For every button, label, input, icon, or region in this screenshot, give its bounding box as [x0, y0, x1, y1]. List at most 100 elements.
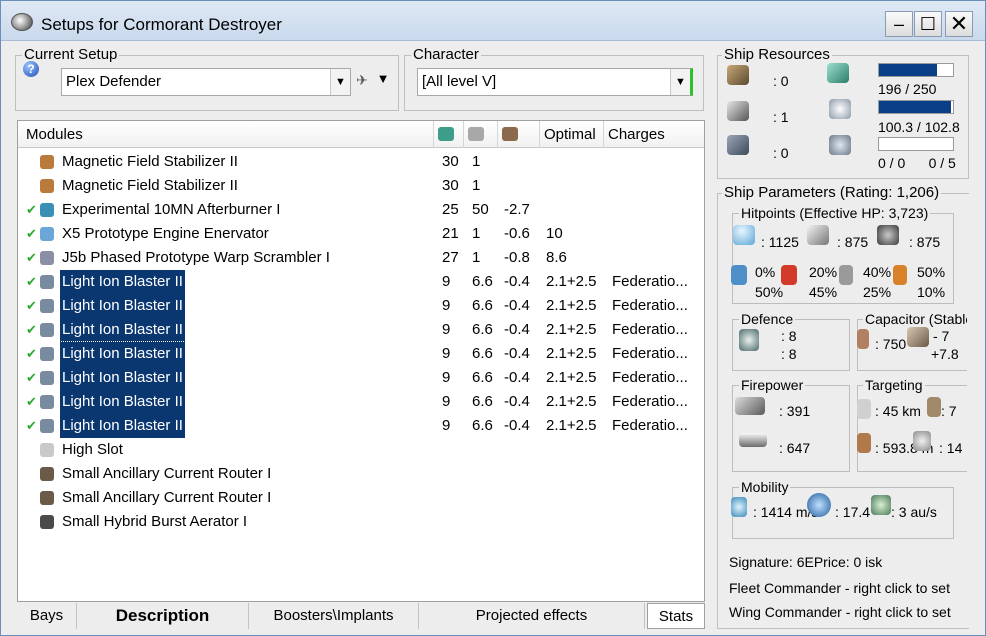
module-name[interactable]: Light Ion Blaster II	[60, 294, 185, 318]
module-name[interactable]: Experimental 10MN Afterburner I	[60, 198, 282, 222]
module-name[interactable]: X5 Prototype Engine Enervator	[60, 222, 271, 246]
module-name[interactable]: Light Ion Blaster II	[60, 270, 185, 294]
online-check-icon[interactable]: ✔	[26, 222, 37, 246]
module-name[interactable]: Magnetic Field Stabilizer II	[60, 150, 240, 174]
module-c2: 1	[472, 225, 481, 242]
defence-icon	[739, 329, 759, 351]
module-name[interactable]: Small Ancillary Current Router I	[60, 462, 273, 486]
module-name[interactable]: High Slot	[60, 438, 125, 462]
online-check-icon[interactable]: ✔	[26, 246, 37, 270]
module-opt: 2.1+2.5	[546, 369, 597, 386]
module-c1: 9	[442, 321, 451, 338]
character-label: Character	[411, 46, 481, 63]
module-chg: Federatio...	[612, 393, 688, 410]
target-range: : 45 km	[875, 403, 921, 419]
module-row[interactable]: Small Hybrid Burst Aerator I	[18, 510, 704, 534]
col-optimal[interactable]: Optimal	[540, 121, 604, 148]
module-row[interactable]: ✔ Light Ion Blaster II 9 6.6 -0.4 2.1+2.5 Fede…	[18, 390, 704, 414]
online-check-icon[interactable]: ✔	[26, 318, 37, 342]
module-row[interactable]: Small Ancillary Current Router I	[18, 486, 704, 510]
minimize-button[interactable]: –	[885, 11, 913, 37]
chevron-down-icon[interactable]: ▼	[670, 69, 690, 95]
module-name[interactable]: Small Hybrid Burst Aerator I	[60, 510, 249, 534]
module-opt: 2.1+2.5	[546, 393, 597, 410]
tab-bays[interactable]: Bays	[17, 603, 77, 629]
module-name[interactable]: Light Ion Blaster II	[60, 318, 185, 342]
module-c1: 27	[442, 249, 459, 266]
setup-value: Plex Defender	[66, 73, 162, 90]
module-chg: Federatio...	[612, 345, 688, 362]
help-icon[interactable]: ?	[23, 61, 39, 77]
module-row[interactable]: ✔ Light Ion Blaster II 9 6.6 -0.4 2.1+2.5 Fede…	[18, 366, 704, 390]
module-name[interactable]: Small Ancillary Current Router I	[60, 486, 273, 510]
module-name[interactable]: Light Ion Blaster II	[60, 366, 185, 390]
col-modules[interactable]: Modules	[18, 121, 434, 148]
tab-projected[interactable]: Projected effects	[419, 603, 645, 629]
module-row[interactable]: ✔ Light Ion Blaster II 9 6.6 -0.4 2.1+2.5 Fede…	[18, 294, 704, 318]
tab-stats[interactable]: Stats	[647, 603, 705, 629]
modules-list[interactable]: Modules Optimal Charges Magnetic Field S…	[17, 120, 705, 602]
module-c1: 9	[442, 345, 451, 362]
module-row[interactable]: ✔ X5 Prototype Engine Enervator 21 1 -0.6 10	[18, 222, 704, 246]
setup-menu-arrow-icon[interactable]: ▼	[375, 71, 391, 86]
online-check-icon[interactable]: ✔	[26, 198, 37, 222]
warp-speed: : 3 au/s	[891, 504, 937, 520]
agility-icon	[807, 493, 831, 517]
col-charges[interactable]: Charges	[604, 121, 704, 148]
module-icon	[40, 179, 54, 193]
col-cap[interactable]	[498, 121, 540, 148]
character-select[interactable]: [All level V] ▼	[417, 68, 693, 96]
module-icon	[40, 419, 54, 433]
module-opt: 2.1+2.5	[546, 417, 597, 434]
module-c2: 6.6	[472, 297, 493, 314]
module-c2: 1	[472, 153, 481, 170]
online-check-icon[interactable]: ✔	[26, 414, 37, 438]
module-row[interactable]: ✔ Light Ion Blaster II 9 6.6 -0.4 2.1+2.5 Fede…	[18, 414, 704, 438]
module-row[interactable]: Magnetic Field Stabilizer II 30 1	[18, 150, 704, 174]
em-resist-icon	[731, 265, 747, 285]
module-row[interactable]: ✔ Light Ion Blaster II 9 6.6 -0.4 2.1+2.5 Fede…	[18, 341, 704, 367]
col-cpu[interactable]	[434, 121, 464, 148]
title-bar[interactable]: Setups for Cormorant Destroyer – ☐ ✕	[1, 1, 985, 41]
turret-dps-icon	[735, 397, 765, 415]
module-row[interactable]: ✔ Experimental 10MN Afterburner I 25 50 -2.7	[18, 198, 704, 222]
module-icon	[40, 515, 54, 529]
warp-speed-icon	[871, 495, 891, 515]
fleet-commander[interactable]: Fleet Commander - right click to set	[729, 580, 969, 596]
module-icon	[40, 203, 54, 217]
turret-slot-icon	[727, 65, 749, 85]
module-name[interactable]: Light Ion Blaster II	[60, 414, 185, 438]
module-row[interactable]: ✔ Light Ion Blaster II 9 6.6 -0.4 2.1+2.5 Fede…	[18, 270, 704, 294]
col-power[interactable]	[464, 121, 498, 148]
module-name[interactable]: Magnetic Field Stabilizer II	[60, 174, 240, 198]
close-button[interactable]: ✕	[945, 11, 973, 37]
ship-icon[interactable]: ✈	[353, 72, 371, 89]
wing-commander[interactable]: Wing Commander - right click to set	[729, 604, 969, 620]
module-row[interactable]: Small Ancillary Current Router I	[18, 462, 704, 486]
ship-parameters-label: Ship Parameters (Rating: 1,206)	[722, 184, 942, 201]
online-check-icon[interactable]: ✔	[26, 342, 37, 366]
module-row[interactable]: ✔ J5b Phased Prototype Warp Scrambler I 27…	[18, 246, 704, 270]
online-check-icon[interactable]: ✔	[26, 270, 37, 294]
maximize-button[interactable]: ☐	[914, 11, 942, 37]
module-row[interactable]: High Slot	[18, 438, 704, 462]
online-check-icon[interactable]: ✔	[26, 294, 37, 318]
drone-value: 0 / 0 0 / 5	[878, 155, 956, 171]
drone-bay-icon	[829, 135, 851, 155]
module-row[interactable]: ✔ Light Ion Blaster II 9 6.6 -0.4 2.1+2.5 Fede…	[18, 318, 704, 342]
tab-description[interactable]: Description	[77, 603, 249, 629]
module-name[interactable]: J5b Phased Prototype Warp Scrambler I	[60, 246, 332, 270]
setup-select[interactable]: Plex Defender ▼	[61, 68, 351, 96]
online-check-icon[interactable]: ✔	[26, 390, 37, 414]
module-row[interactable]: Magnetic Field Stabilizer II 30 1	[18, 174, 704, 198]
signature-price: Signature: 6EPrice: 0 isk	[729, 554, 883, 570]
module-name[interactable]: Light Ion Blaster II	[60, 390, 185, 414]
module-name[interactable]: Light Ion Blaster II	[59, 341, 186, 367]
module-chg: Federatio...	[612, 321, 688, 338]
tab-boosters[interactable]: Boosters\Implants	[249, 603, 419, 629]
online-check-icon[interactable]: ✔	[26, 366, 37, 390]
firepower-label: Firepower	[739, 377, 806, 393]
chevron-down-icon[interactable]: ▼	[330, 69, 350, 95]
resist-kin-bottom: 25%	[863, 284, 892, 300]
module-c1: 30	[442, 153, 459, 170]
